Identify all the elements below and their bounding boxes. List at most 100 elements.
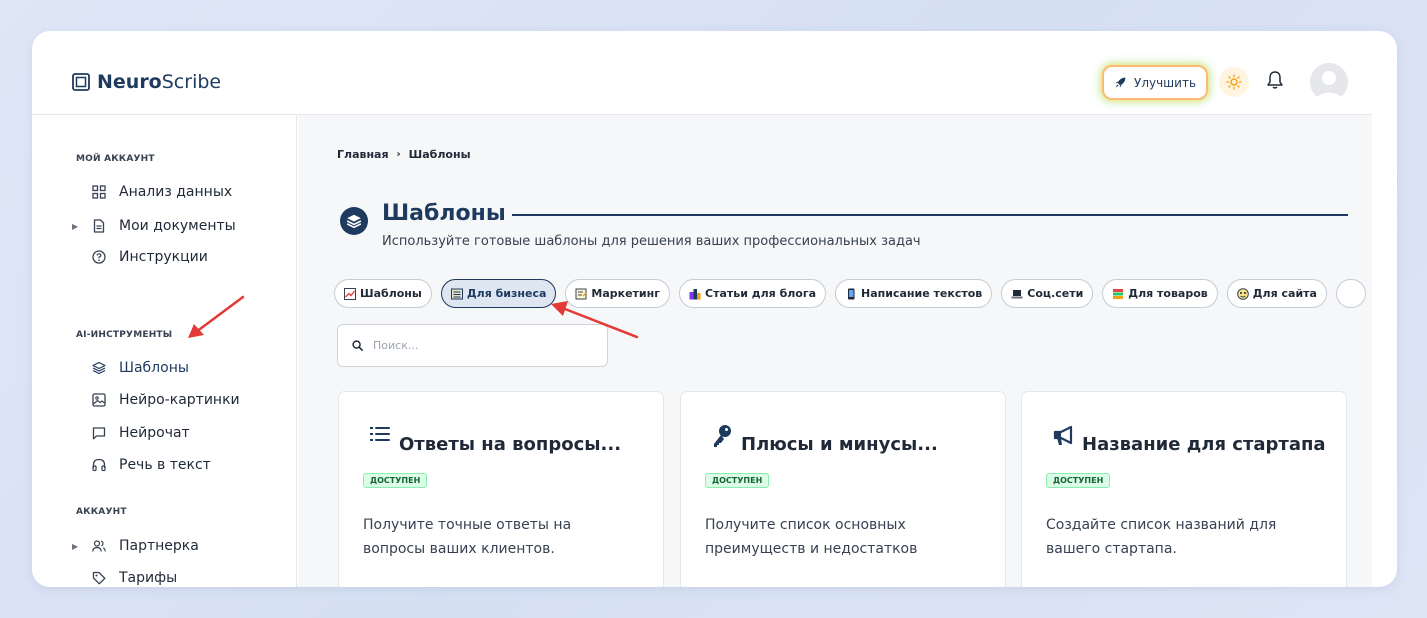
sidebar-item-neuro-images[interactable]: Нейро-картинки [72,392,240,408]
sidebar-section-ai-tools: AI-ИНСТРУМЕНТЫ [76,330,173,340]
template-card-startup-name[interactable]: Название для стартапа ДОСТУПЕН Создайте … [1021,391,1347,587]
phone-icon [848,288,855,299]
caret-right-icon[interactable]: ▶ [72,542,82,551]
upgrade-label: Улучшить [1134,75,1197,90]
chip-marketing[interactable]: Маркетинг [565,279,670,308]
megaphone-icon [1053,425,1073,445]
chip-blog-articles[interactable]: Статьи для блога [679,279,827,308]
template-card-pros-cons[interactable]: Плюсы и минусы... ДОСТУПЕН Получите спис… [680,391,1006,587]
card-description: Создайте список названий для вашего стар… [1046,517,1277,557]
top-bar: Neuro Scribe Улучшить [32,31,1372,115]
sidebar-item-my-documents[interactable]: ▶ Мои документы [72,218,236,234]
chip-label: Шаблоны [360,287,422,300]
books-icon [1113,288,1124,299]
sidebar: МОЙ АККАУНТ Анализ данных ▶ Мои документ… [32,115,297,587]
list-icon [370,427,390,441]
users-icon [92,540,106,552]
breadcrumb-separator-icon: › [396,149,401,160]
card-title: Ответы на вопросы... [399,434,622,455]
main-content: Главная › Шаблоны Шаблоны Используйте го… [298,115,1372,587]
avatar[interactable] [1310,63,1348,101]
logo[interactable]: Neuro Scribe [72,71,221,93]
card-description: Получите список основных преимуществ и н… [705,517,918,557]
page-title: Шаблоны [382,201,506,226]
chip-copywriting[interactable]: Написание текстов [835,279,993,308]
memo-icon [575,288,587,299]
sidebar-item-templates[interactable]: Шаблоны [72,360,189,376]
sidebar-item-label: Мои документы [119,218,236,234]
document-icon [93,219,105,233]
sidebar-item-label: Тарифы [119,570,178,586]
caret-right-icon[interactable]: ▶ [72,222,82,231]
sidebar-section-my-account: МОЙ АККАУНТ [76,154,155,164]
search-input[interactable] [373,339,593,352]
chip-for-website[interactable]: Для сайта [1226,279,1327,308]
app-window: Neuro Scribe Улучшить МОЙ АККАУНТ Анализ… [32,31,1397,587]
logo-icon [72,73,90,91]
chip-social-networks[interactable]: Соц.сети [1001,279,1094,308]
chip-for-business[interactable]: Для бизнеса [440,279,557,308]
sidebar-item-tariffs[interactable]: Тарифы [72,570,177,586]
breadcrumb-home-link[interactable]: Главная [337,148,389,161]
image-icon [92,393,106,407]
logo-bold-text: Neuro [97,71,162,93]
sidebar-section-account: АККАУНТ [76,507,127,517]
sidebar-item-instructions[interactable]: Инструкции [72,249,208,265]
chip-label: Статьи для блога [705,287,817,300]
bell-icon[interactable] [1266,70,1284,90]
breadcrumb-current: Шаблоны [408,148,471,161]
title-divider [512,214,1348,216]
sidebar-item-label: Инструкции [119,249,208,265]
upgrade-button[interactable]: Улучшить [1104,67,1207,98]
layers-icon [92,361,106,375]
help-circle-icon [92,250,106,264]
status-badge: ДОСТУПЕН [363,473,428,488]
sidebar-item-label: Речь в текст [119,457,211,473]
chip-label: Соц.сети [1027,287,1084,300]
card-description: Получите точные ответы на вопросы ваших … [363,517,572,557]
chart-icon [344,287,356,300]
sidebar-item-label: Нейрочат [119,425,190,441]
city-icon [689,288,701,299]
page-subtitle: Используйте готовые шаблоны для решения … [382,234,921,249]
ledger-icon [450,288,463,299]
sidebar-item-label: Нейро-картинки [119,392,240,408]
category-chips: Шаблоны Для бизнеса Маркетинг Статьи для… [334,279,1372,308]
headphones-icon [92,458,106,472]
search-box[interactable] [337,324,608,367]
sidebar-item-label: Шаблоны [119,360,189,376]
sidebar-item-partner[interactable]: ▶ Партнерка [72,538,199,554]
tag-icon [92,571,106,585]
chip-label: Маркетинг [591,287,660,300]
chip-templates[interactable]: Шаблоны [334,279,432,308]
laptop-icon [1011,289,1023,298]
mask-icon [1236,287,1249,300]
chip-for-products[interactable]: Для товаров [1102,279,1218,308]
logo-light-text: Scribe [161,71,222,93]
template-card-faq[interactable]: Ответы на вопросы... ДОСТУПЕН Получите т… [338,391,664,587]
sidebar-item-label: Партнерка [119,538,199,554]
chip-label: Для товаров [1128,287,1208,300]
breadcrumb: Главная › Шаблоны [337,148,471,161]
card-title: Название для стартапа [1082,434,1326,455]
chat-icon [92,427,106,440]
theme-toggle-button[interactable] [1219,67,1249,97]
sidebar-item-neurochat[interactable]: Нейрочат [72,425,190,441]
layers-badge-icon [340,207,368,235]
card-title: Плюсы и минусы... [741,434,938,455]
key-icon [714,425,731,447]
chip-more[interactable] [1335,279,1366,308]
status-badge: ДОСТУПЕН [1046,473,1111,488]
search-icon [352,340,363,351]
sidebar-item-data-analysis[interactable]: Анализ данных [72,184,232,200]
sidebar-item-speech-to-text[interactable]: Речь в текст [72,457,211,473]
rocket-icon [1115,77,1126,88]
sidebar-item-label: Анализ данных [119,184,233,200]
grid-icon [92,185,106,199]
user-avatar-icon [1310,63,1348,101]
chip-label: Для сайта [1252,287,1317,300]
chip-label: Написание текстов [861,287,983,300]
sun-icon [1226,74,1242,90]
status-badge: ДОСТУПЕН [705,473,770,488]
chip-label: Для бизнеса [466,287,547,300]
